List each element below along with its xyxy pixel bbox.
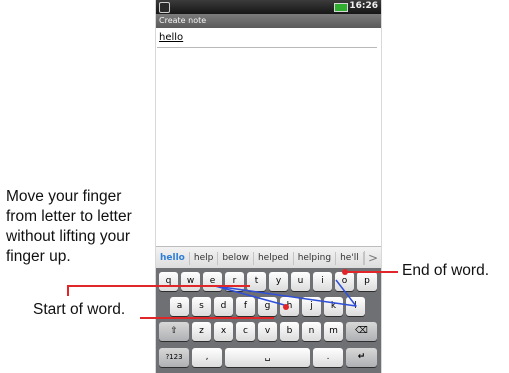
key-w[interactable]: w: [181, 272, 200, 291]
key-o[interactable]: o: [335, 272, 354, 291]
on-screen-keyboard: q w e r t y u i o p a s d f g h j k l ⇧ …: [156, 268, 381, 373]
key-v[interactable]: v: [258, 322, 277, 341]
key-g[interactable]: g: [258, 297, 277, 316]
key-l[interactable]: l: [346, 297, 365, 316]
key-f[interactable]: f: [236, 297, 255, 316]
backspace-key-icon[interactable]: ⌫: [346, 322, 377, 341]
key-c[interactable]: c: [236, 322, 255, 341]
end-of-word-annotation: End of word.: [402, 262, 490, 279]
key-i[interactable]: i: [313, 272, 332, 291]
note-editor[interactable]: hello: [156, 28, 381, 246]
key-e[interactable]: e: [203, 272, 222, 291]
key-t[interactable]: t: [247, 272, 266, 291]
status-bar: 16:26: [156, 0, 381, 14]
key-a[interactable]: a: [170, 297, 189, 316]
suggestion-hello[interactable]: hello: [156, 251, 190, 265]
enter-key-icon[interactable]: ↵: [346, 348, 377, 367]
suggestion-helped[interactable]: helped: [254, 251, 294, 265]
comma-key[interactable]: ,: [192, 348, 222, 367]
instruction-annotation: Move your finger from letter to letter w…: [6, 188, 132, 265]
suggestion-hell[interactable]: he'll: [336, 251, 364, 265]
page-title: Create note: [159, 16, 207, 25]
shift-key-icon[interactable]: ⇧: [159, 322, 189, 341]
key-j[interactable]: j: [302, 297, 321, 316]
suggestion-below[interactable]: below: [218, 251, 254, 265]
key-p[interactable]: p: [357, 272, 377, 291]
key-k[interactable]: k: [324, 297, 343, 316]
space-key-icon[interactable]: ␣: [225, 348, 310, 367]
key-r[interactable]: r: [225, 272, 244, 291]
key-q[interactable]: q: [159, 272, 178, 291]
key-d[interactable]: d: [214, 297, 233, 316]
key-b[interactable]: b: [280, 322, 299, 341]
notification-icon: [159, 2, 170, 13]
start-of-word-annotation: Start of word.: [33, 301, 126, 318]
key-x[interactable]: x: [214, 322, 233, 341]
key-u[interactable]: u: [291, 272, 310, 291]
key-m[interactable]: m: [324, 322, 343, 341]
status-time: 16:26: [349, 1, 378, 11]
more-suggestions-arrow-icon[interactable]: >: [364, 251, 381, 265]
key-y[interactable]: y: [269, 272, 288, 291]
symbols-key[interactable]: ?123: [159, 348, 189, 367]
note-text[interactable]: hello: [159, 32, 183, 43]
suggestion-help[interactable]: help: [190, 251, 219, 265]
battery-icon: [334, 3, 348, 12]
key-z[interactable]: z: [192, 322, 211, 341]
key-n[interactable]: n: [302, 322, 321, 341]
key-h[interactable]: h: [280, 297, 299, 316]
device-screen: 16:26 Create note hello hello help below…: [155, 0, 382, 373]
key-s[interactable]: s: [192, 297, 211, 316]
period-key[interactable]: .: [313, 348, 343, 367]
title-bar: Create note: [156, 14, 381, 28]
editor-underline: [157, 47, 377, 48]
suggestion-strip: hello help below helped helping he'll >: [156, 246, 381, 269]
suggestion-helping[interactable]: helping: [294, 251, 337, 265]
